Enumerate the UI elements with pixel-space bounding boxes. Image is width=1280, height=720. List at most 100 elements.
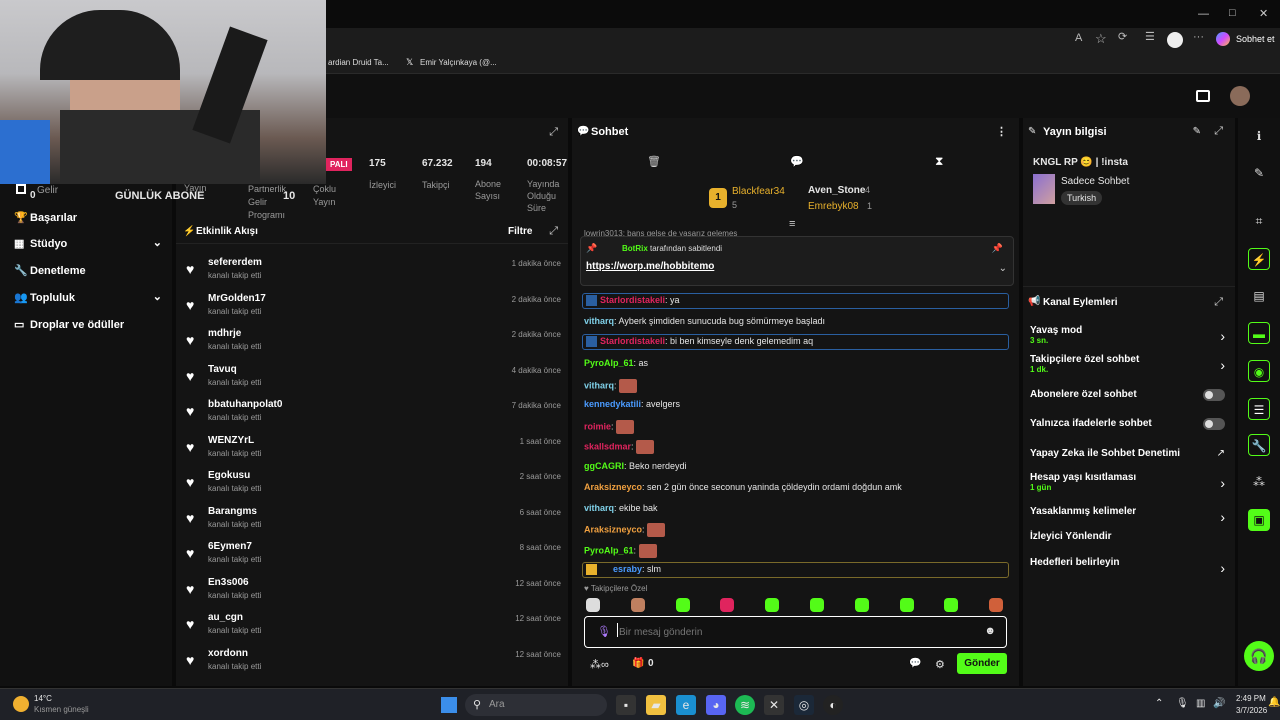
popout-icon[interactable]: ⤢	[549, 126, 558, 139]
event-row[interactable]: ♥ MrGolden17 kanalı takip etti 2 dakika önc…	[186, 293, 561, 328]
task-view-icon[interactable]: ▪	[616, 695, 636, 715]
emote-picker-item[interactable]	[944, 598, 959, 612]
event-row[interactable]: ♥ sefererdem kanalı takip etti 1 dakika önc…	[186, 257, 561, 292]
discord-icon[interactable]: ◕	[706, 695, 726, 715]
chat-message[interactable]: ggCAGRI: Beko nerdeydi	[584, 461, 687, 471]
terminal-icon[interactable]: ✕	[764, 695, 784, 715]
event-row[interactable]: ♥ Egokusu kanalı takip etti 2 saat önce	[186, 470, 561, 505]
nav-basarilar[interactable]: 🏆 Başarılar	[14, 211, 77, 224]
spotify-icon[interactable]: ≋	[735, 695, 755, 715]
emote-picker-item[interactable]	[720, 598, 735, 612]
chat-message[interactable]: Starlordistakeli: ya	[582, 293, 1009, 309]
share-icon[interactable]: ⁂	[1248, 471, 1270, 493]
chat-username[interactable]: PyroAlp_61	[584, 358, 634, 368]
event-row[interactable]: ♥ bbatuhanpolat0 kanalı takip etti 7 dakika…	[186, 399, 561, 434]
close-window-button[interactable]: ✕	[1259, 7, 1268, 20]
volume-icon[interactable]: 🔊	[1213, 698, 1225, 709]
event-user[interactable]: xordonn	[208, 648, 248, 659]
clock-time[interactable]: 2:49 PM	[1236, 694, 1266, 703]
event-user[interactable]: MrGolden17	[208, 293, 266, 304]
wrench-tool-icon[interactable]: 🔧	[1248, 434, 1270, 456]
camera-icon[interactable]: ⌗	[1248, 210, 1270, 232]
read-aloud-icon[interactable]: A	[1075, 33, 1082, 44]
weather-icon[interactable]	[13, 696, 29, 712]
event-row[interactable]: ♥ WENZYrL kanalı takip etti 1 saat önce	[186, 435, 561, 470]
pinned-link[interactable]: https://worp.me/hobbitemo	[586, 261, 714, 272]
copilot-label[interactable]: Sobhet et	[1236, 34, 1275, 44]
toggle-switch[interactable]	[1203, 418, 1225, 430]
filter-button[interactable]: Filtre	[508, 226, 532, 237]
event-user[interactable]: WENZYrL	[208, 435, 254, 446]
event-row[interactable]: ♥ En3s006 kanalı takip etti 12 saat önce	[186, 577, 561, 612]
top-user-name[interactable]: Aven_Stone	[808, 185, 865, 196]
more-menu-icon[interactable]: ···	[1193, 32, 1204, 43]
event-user[interactable]: mdhrje	[208, 328, 241, 339]
points-icon[interactable]: ⁂∞	[590, 658, 609, 671]
chat-username[interactable]: vitharq	[584, 503, 614, 513]
pinned-message[interactable]: 📌 BotRix tarafından sabitlendi https://w…	[580, 236, 1014, 286]
chat-username[interactable]: Araksizneyco	[584, 482, 642, 492]
channel-action-row[interactable]: Takipçilere özel sohbet 1 dk. ›	[1030, 354, 1225, 376]
bookmark-item[interactable]: Emir Yalçınkaya (@...	[420, 58, 497, 67]
chat-message[interactable]: esraby: slm	[582, 562, 1009, 578]
stream-category[interactable]: Sadece Sohbet	[1061, 176, 1129, 187]
emote-picker-item[interactable]	[989, 598, 1004, 612]
copilot-icon[interactable]	[1216, 32, 1230, 46]
emote-picker-item[interactable]	[765, 598, 780, 612]
popout-icon[interactable]: ⤢	[1214, 125, 1223, 138]
channel-action-row[interactable]: Hesap yaşı kısıtlaması 1 gün ›	[1030, 472, 1225, 494]
bookmark-item[interactable]: ardian Druid Ta...	[328, 58, 389, 67]
chat-username[interactable]: vitharq	[584, 380, 614, 390]
collapse-icon[interactable]: ≡	[789, 218, 795, 230]
chat-message[interactable]: skallsdmar:	[584, 440, 655, 454]
chat-input-box[interactable]: 🎙 ☻	[584, 616, 1007, 648]
chat-message[interactable]: vitharq: ekibe bak	[584, 503, 658, 513]
top-user-name[interactable]: Emrebyk08	[808, 201, 859, 212]
chat-username[interactable]: ggCAGRI	[584, 461, 624, 471]
event-user[interactable]: au_cgn	[208, 612, 243, 623]
steam-icon[interactable]: ◎	[794, 695, 814, 715]
tray-chevron-icon[interactable]: ⌃	[1155, 698, 1163, 709]
gear-icon[interactable]: ⚙	[935, 658, 945, 671]
channel-action-row[interactable]: Abonelere özel sohbet	[1030, 389, 1225, 411]
help-headset-icon[interactable]: 🎧	[1244, 641, 1274, 671]
edit-icon[interactable]: ✎	[1193, 126, 1201, 137]
emoji-icon[interactable]: ☻	[984, 625, 996, 637]
chat-message[interactable]: roimie:	[584, 420, 635, 434]
event-row[interactable]: ♥ Barangms kanalı takip etti 6 saat önce	[186, 506, 561, 541]
clock-date[interactable]: 3/7/2026	[1236, 706, 1267, 715]
channel-action-row[interactable]: Yavaş mod 3 sn. ›	[1030, 325, 1225, 347]
event-row[interactable]: ♥ 6Eymen7 kanalı takip etti 8 saat önce	[186, 541, 561, 576]
chat-username[interactable]: Araksizneyco	[584, 524, 642, 534]
lightning-tool-icon[interactable]: ⚡	[1248, 248, 1270, 270]
chat-username[interactable]: Starlordistakeli	[600, 336, 665, 346]
channel-action-row[interactable]: Yalnızca ifadelerle sohbet	[1030, 418, 1225, 440]
broadcast-icon[interactable]: ◉	[1248, 360, 1270, 382]
chat-username[interactable]: Starlordistakeli	[600, 295, 665, 305]
chat-message[interactable]: Araksizneyco:	[584, 523, 666, 537]
chat-username[interactable]: vitharq	[584, 316, 614, 326]
chat-username[interactable]: PyroAlp_61	[584, 545, 634, 555]
popout-icon[interactable]: ⤢	[549, 225, 558, 238]
send-button[interactable]: Gönder	[957, 653, 1007, 674]
hourglass-icon[interactable]: ⧗	[935, 154, 943, 169]
event-user[interactable]: bbatuhanpolat0	[208, 399, 282, 410]
trash-icon[interactable]: 🗑	[647, 155, 661, 168]
chat-message[interactable]: Araksizneyco: sen 2 gün önce seconun yan…	[584, 482, 902, 492]
emote-picker-item[interactable]	[675, 598, 690, 612]
pen-icon[interactable]: ✎	[1248, 162, 1270, 184]
unpin-icon[interactable]: 📌	[992, 243, 1003, 254]
chat-icon[interactable]: 💬	[790, 155, 804, 168]
top-user-name[interactable]: Blackfear34	[732, 186, 785, 197]
media-icon[interactable]: ▣	[1248, 509, 1270, 531]
chat-tool-icon[interactable]: ▬	[1248, 322, 1270, 344]
mic-icon[interactable]: 🎙	[597, 625, 611, 638]
event-user[interactable]: 6Eymen7	[208, 541, 252, 552]
chat-message[interactable]: Starlordistakeli: bi ben kimseyle denk g…	[582, 334, 1009, 350]
network-icon[interactable]: ▥	[1196, 698, 1205, 709]
event-row[interactable]: ♥ mdhrje kanalı takip etti 2 dakika önce	[186, 328, 561, 363]
info-icon[interactable]: ℹ	[1248, 125, 1270, 147]
extensions-icon[interactable]: ⟳	[1118, 32, 1127, 43]
chevron-down-icon[interactable]: ⌄	[999, 263, 1007, 274]
popout-icon[interactable]: ⤢	[1214, 296, 1223, 309]
